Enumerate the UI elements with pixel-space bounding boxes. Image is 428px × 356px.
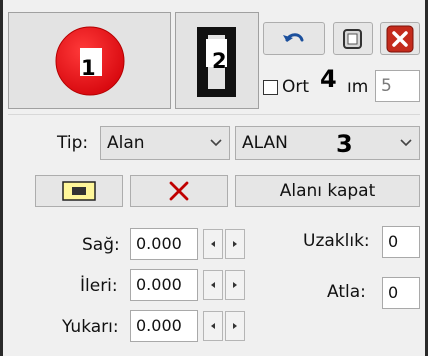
undo-button[interactable]	[263, 22, 325, 55]
type-dropdown[interactable]: ALAN	[235, 126, 420, 160]
ortho-label-suffix: ım	[347, 77, 369, 97]
delete-button[interactable]	[130, 175, 228, 207]
arrow-left-icon	[211, 323, 215, 329]
type-value: ALAN	[242, 133, 288, 153]
maximize-button[interactable]	[333, 22, 373, 55]
arrow-right-icon	[233, 282, 237, 288]
window-square-icon	[343, 28, 362, 49]
atla-field[interactable]: 0	[382, 277, 420, 309]
separator	[8, 114, 420, 115]
sag-increase-button[interactable]	[225, 229, 245, 259]
atla-value: 0	[388, 283, 399, 302]
arrow-right-icon	[233, 241, 237, 247]
marker-2: 2	[212, 49, 227, 73]
ileri-increase-button[interactable]	[225, 270, 245, 300]
sag-field[interactable]: 0.000	[130, 228, 198, 260]
ileri-label: İleri:	[80, 276, 118, 296]
yukari-decrease-button[interactable]	[203, 311, 223, 341]
area-box-icon	[62, 181, 96, 201]
ileri-decrease-button[interactable]	[203, 270, 223, 300]
ortho-value-field[interactable]: 5	[375, 70, 420, 102]
yukari-value: 0.000	[136, 316, 182, 335]
area-display-button[interactable]	[35, 175, 123, 207]
ileri-field[interactable]: 0.000	[130, 269, 198, 301]
tip-dropdown[interactable]: Alan	[100, 126, 230, 160]
undo-arrow-icon	[283, 32, 304, 42]
ortho-checkbox[interactable]	[263, 80, 278, 95]
arrow-right-icon	[233, 323, 237, 329]
atla-label: Atla:	[327, 282, 366, 302]
ortho-label: Ort	[282, 77, 310, 97]
panel-left-edge	[0, 0, 3, 356]
sag-value: 0.000	[136, 234, 182, 253]
line-mode-button[interactable]: 2	[175, 12, 259, 109]
ileri-value: 0.000	[136, 275, 182, 294]
tip-value: Alan	[107, 133, 145, 153]
yukari-field[interactable]: 0.000	[130, 310, 198, 342]
close-area-label: Alanı kapat	[279, 181, 376, 201]
marker-4: 4	[320, 65, 337, 93]
uzaklik-label: Uzaklık:	[303, 231, 370, 251]
yukari-label: Yukarı:	[62, 317, 119, 337]
yukari-increase-button[interactable]	[225, 311, 245, 341]
close-x-icon	[386, 25, 414, 52]
ortho-value: 5	[381, 75, 392, 96]
close-area-button[interactable]: Alanı kapat	[235, 175, 420, 207]
close-button[interactable]	[380, 22, 420, 55]
arrow-left-icon	[211, 241, 215, 247]
sag-label: Sağ:	[82, 235, 120, 255]
uzaklik-field[interactable]: 0	[382, 226, 420, 258]
tool-panel: 1 2 Ort 4 ım 5 Tip: Alan ALAN 3 Alanı ka…	[0, 0, 428, 356]
marker-3: 3	[336, 130, 353, 158]
chevron-down-icon	[400, 139, 412, 147]
tip-label: Tip:	[57, 133, 89, 153]
delete-x-icon	[169, 181, 189, 201]
marker-1: 1	[81, 56, 96, 80]
arrow-left-icon	[211, 282, 215, 288]
point-mode-button[interactable]: 1	[8, 12, 171, 109]
uzaklik-value: 0	[388, 232, 399, 251]
sag-decrease-button[interactable]	[203, 229, 223, 259]
chevron-down-icon	[210, 139, 222, 147]
